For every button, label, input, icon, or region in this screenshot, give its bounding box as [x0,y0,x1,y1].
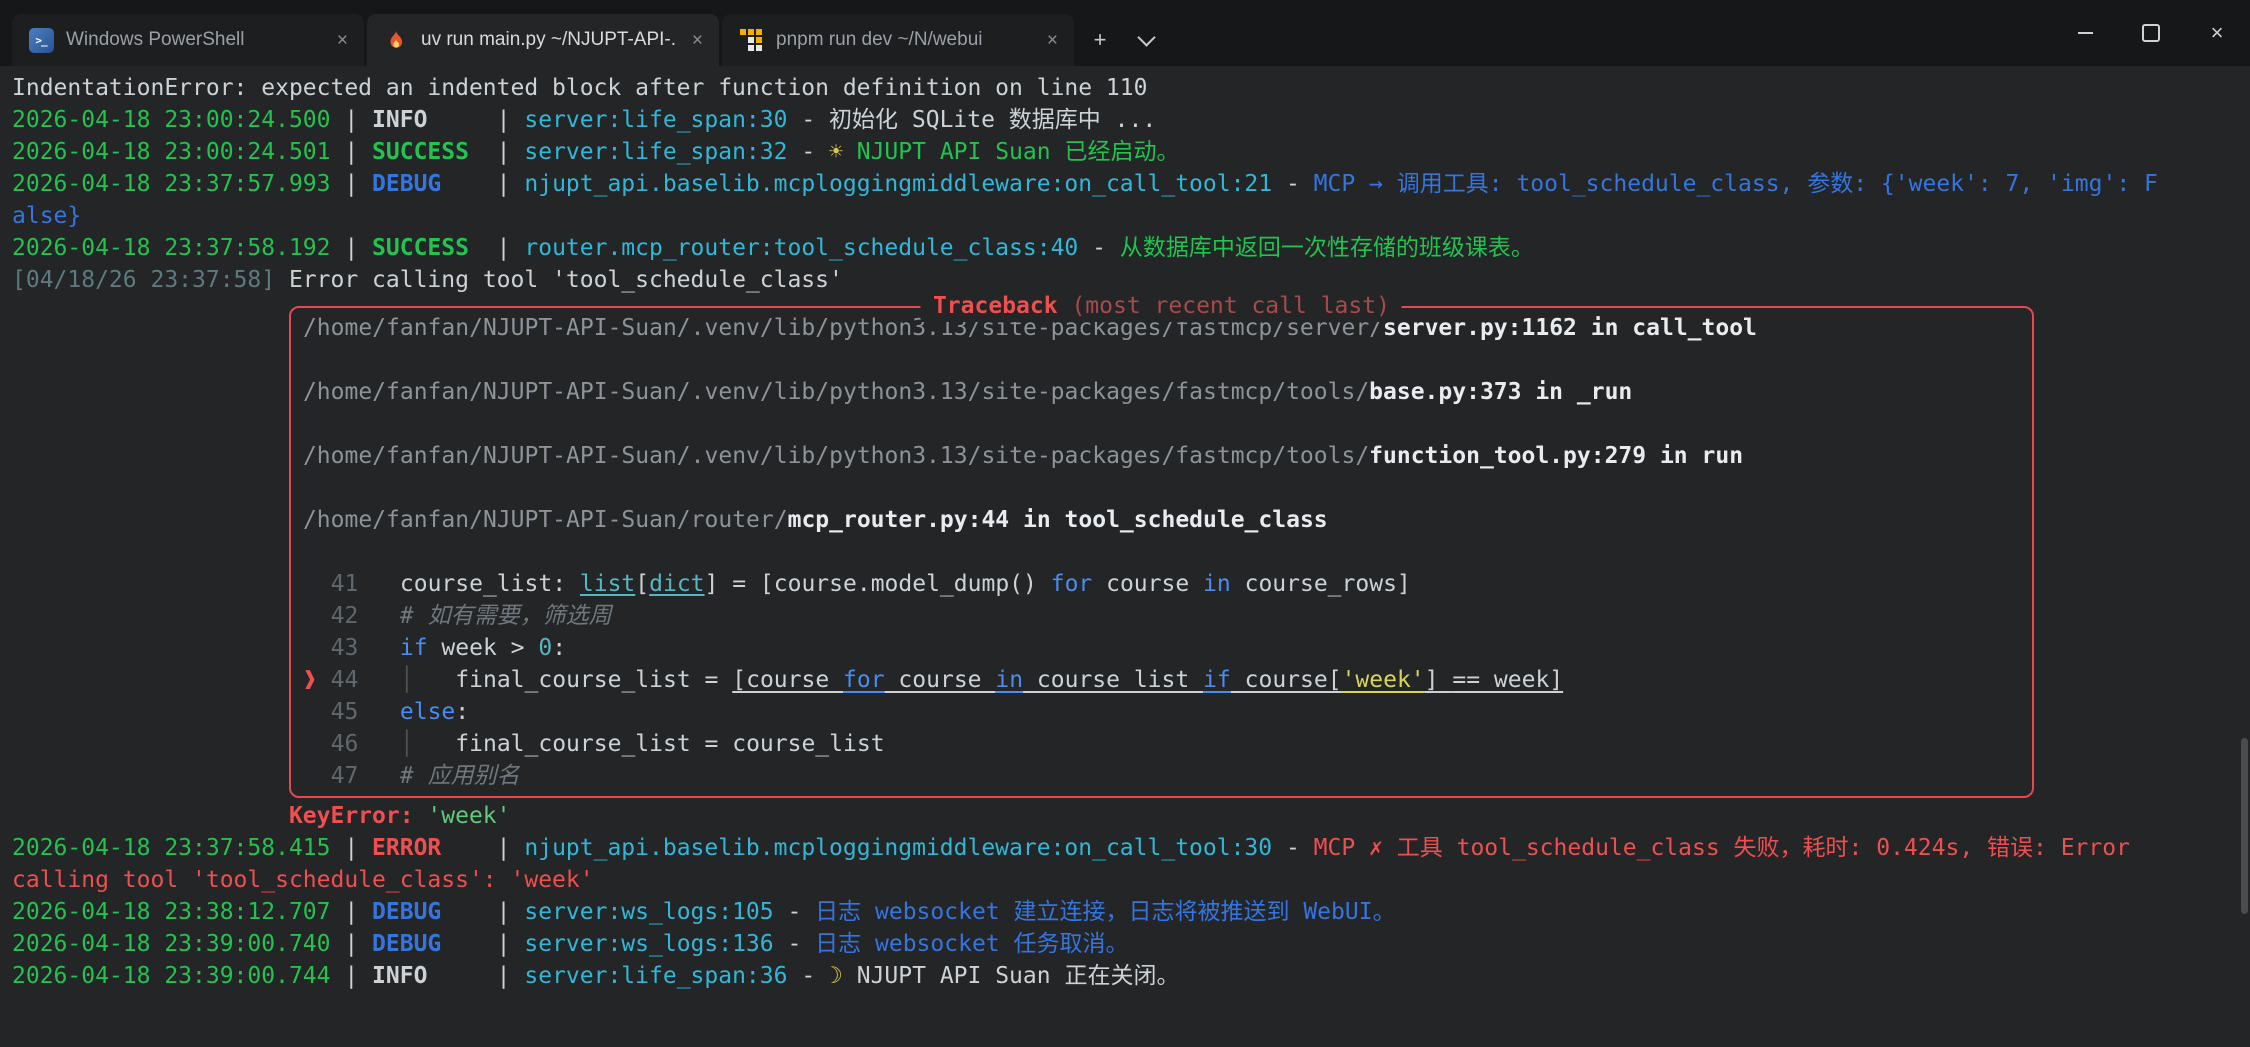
terminal-line: 42 # 如有需要，筛选周 [303,600,2020,632]
tab-label: Windows PowerShell [66,29,321,51]
titlebar: >_ Windows PowerShell × uv run main.py ~… [0,0,2250,66]
scrollbar[interactable] [2241,66,2248,1047]
tab-dropdown-button[interactable] [1123,14,1169,66]
tab-label: uv run main.py ~/NJUPT-API-... [421,29,676,51]
terminal-line: 2026-04-18 23:37:57.993 | DEBUG | njupt_… [12,168,2250,200]
terminal-line: 43 if week > 0: [303,632,2020,664]
traceback-title: Traceback (most recent call last) [921,290,1402,322]
terminal-line: ❱ 44 │ final_course_list = [course for c… [303,664,2020,696]
terminal-line: 41 course_list: list[dict] = [course.mod… [303,568,2020,600]
tab-bar: >_ Windows PowerShell × uv run main.py ~… [0,0,1169,66]
close-icon: × [2211,22,2224,44]
tab-label: pnpm run dev ~/N/webui [776,29,1031,51]
terminal-line: 2026-04-18 23:00:24.500 | INFO | server:… [12,104,2250,136]
terminal-line: 45 else: [303,696,2020,728]
terminal-line [303,408,2020,440]
plus-icon: + [1094,27,1107,53]
terminal-line: 2026-04-18 23:39:00.744 | INFO | server:… [12,960,2250,992]
minimize-icon [2078,32,2093,34]
terminal-line [303,344,2020,376]
terminal-line: 2026-04-18 23:37:58.415 | ERROR | njupt_… [12,832,2250,864]
terminal-line: calling tool 'tool_schedule_class': 'wee… [12,864,2250,896]
maximize-button[interactable] [2118,0,2184,66]
minimize-button[interactable] [2052,0,2118,66]
tab-pnpm-run-dev[interactable]: pnpm run dev ~/N/webui × [722,14,1074,66]
terminal-line: 47 # 应用别名 [303,760,2020,792]
terminal-line: /home/fanfan/NJUPT-API-Suan/.venv/lib/py… [303,440,2020,472]
chevron-down-icon [1137,28,1155,46]
terminal-line [303,536,2020,568]
close-button[interactable]: × [2184,0,2250,66]
terminal-line: 2026-04-18 23:00:24.501 | SUCCESS | serv… [12,136,2250,168]
traceback-panel: Traceback (most recent call last)/home/f… [289,306,2034,798]
terminal-line: alse} [12,200,2250,232]
terminal-line: /home/fanfan/NJUPT-API-Suan/router/mcp_r… [303,504,2020,536]
terminal-window: >_ Windows PowerShell × uv run main.py ~… [0,0,2250,1047]
new-tab-button[interactable]: + [1077,14,1123,66]
tab-close-icon[interactable]: × [688,31,707,50]
maximize-icon [2142,24,2160,42]
tab-close-icon[interactable]: × [333,31,352,50]
window-controls: × [2052,0,2250,66]
terminal-line: IndentationError: expected an indented b… [12,72,2250,104]
tab-close-icon[interactable]: × [1043,31,1062,50]
pnpm-icon [738,27,764,53]
terminal-line: /home/fanfan/NJUPT-API-Suan/.venv/lib/py… [303,376,2020,408]
terminal-line: 2026-04-18 23:38:12.707 | DEBUG | server… [12,896,2250,928]
terminal-line: 46 │ final_course_list = course_list [303,728,2020,760]
tab-uv-run-main[interactable]: uv run main.py ~/NJUPT-API-... × [367,14,719,66]
terminal-line: 2026-04-18 23:37:58.192 | SUCCESS | rout… [12,232,2250,264]
terminal-line [303,472,2020,504]
tab-windows-powershell[interactable]: >_ Windows PowerShell × [12,14,364,66]
powershell-icon: >_ [28,27,54,53]
terminal-line: 2026-04-18 23:39:00.740 | DEBUG | server… [12,928,2250,960]
terminal-line: KeyError: 'week' [12,800,2250,832]
scrollbar-thumb[interactable] [2241,738,2248,914]
flame-icon [383,27,409,53]
terminal-output[interactable]: IndentationError: expected an indented b… [0,66,2250,1047]
